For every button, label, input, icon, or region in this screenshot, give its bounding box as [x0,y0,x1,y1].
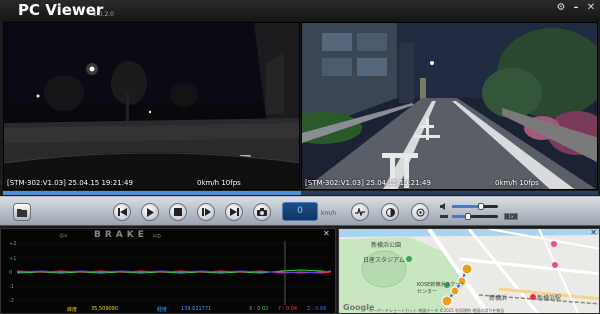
z-axis-value: Z : 0.86 [307,306,327,312]
stop-icon [174,208,182,216]
map-label-park: 新横浜公園 [371,242,402,249]
waveform-icon [355,208,365,216]
map-close-button[interactable]: ✕ [590,229,597,237]
playback-rate-badge[interactable]: 1x [504,213,518,220]
stop-button[interactable] [169,203,187,221]
volume-icon [440,203,445,210]
map-label-stadium: 日産スタジアム [363,257,405,264]
waveform-button[interactable] [351,203,369,221]
balance-slider[interactable] [452,213,498,220]
longitude-value: 139.611771 [181,306,212,312]
rear-video-osd-timestamp: [STM-302:V1.03] 25.04.15 19:21:49 [305,179,431,187]
gps-map[interactable]: ✕ 新横浜公園 日産スタジアム KOSE新横浜スケートセンター 新横浜 新横浜駅… [338,228,600,314]
contrast-button[interactable] [381,203,399,221]
crosshair-button[interactable] [411,203,429,221]
frame-step-button[interactable] [197,203,215,221]
latitude-value: 35.509090 [91,306,119,312]
balance-slider-knob[interactable] [465,213,472,220]
latitude-label: 緯度 [67,307,78,313]
g-sensor-graph: ⇦ BRAKE ⇨ ✕ +2 +1 0 -1 -2 緯度 35.509090 経… [0,228,336,314]
frame-step-icon [201,208,211,216]
skip-back-button[interactable] [113,203,131,221]
volume-slider-knob[interactable] [477,203,484,210]
folder-icon [17,208,27,217]
x-axis-value: X : 0.02 [249,306,269,312]
longitude-label: 経度 [157,307,168,313]
map-attribution[interactable]: キーボードショートカット 地図データ ©2025 利用規約 地図の誤りを報告 [369,308,504,313]
front-video-osd-timestamp: [STM-302:V1.03] 25.04.15 19:21:49 [7,179,133,187]
map-label-shin-yokohama: 新横浜 [489,295,508,302]
skip-forward-icon [229,208,239,216]
settings-icon[interactable]: ⚙ [555,2,567,13]
graph-plot[interactable] [1,229,337,314]
volume-slider[interactable] [452,203,498,210]
front-camera-frame [4,23,299,189]
open-folder-button[interactable] [13,203,31,221]
map-label-station: 新横浜駅 [537,295,562,302]
seek-bar-progress [3,191,301,195]
map-label-skate-center: KOSE新横浜スケートセンター [417,282,466,295]
front-camera-video[interactable]: [STM-302:V1.03] 25.04.15 19:21:49 0km/h … [3,22,300,190]
speed-unit: km/h [321,210,337,217]
rear-video-osd-speed: 0km/h 10fps [495,179,539,187]
app-version: 2.0.2.0 [93,11,114,18]
app-title: PC Viewer [18,1,104,19]
title-bar: PC Viewer 2.0.2.0 ⚙ – ✕ [0,0,600,22]
camera-icon [257,208,267,216]
play-button[interactable] [141,203,159,221]
speed-display: 0 [282,202,318,221]
crosshair-icon [416,208,424,216]
volume-slider-fill [452,205,481,208]
play-icon [147,207,154,217]
pc-viewer-app: PC Viewer 2.0.2.0 ⚙ – ✕ [STM-302:V1.03] … [0,0,600,314]
y-axis-value: Y : 0.04 [278,306,298,312]
snapshot-button[interactable] [253,203,271,221]
front-video-osd-speed: 0km/h 10fps [197,179,241,187]
rear-camera-frame [302,23,597,189]
balance-icon [440,215,448,218]
skip-forward-button[interactable] [225,203,243,221]
contrast-icon [385,207,395,217]
playback-controls: 0 km/h 1x [0,196,600,226]
rear-camera-video[interactable]: [STM-302:V1.03] 25.04.15 19:21:49 0km/h … [301,22,598,190]
minimize-button[interactable]: – [570,2,582,13]
seek-bar[interactable] [3,191,598,195]
skip-back-icon [117,208,127,216]
close-button[interactable]: ✕ [585,2,597,13]
